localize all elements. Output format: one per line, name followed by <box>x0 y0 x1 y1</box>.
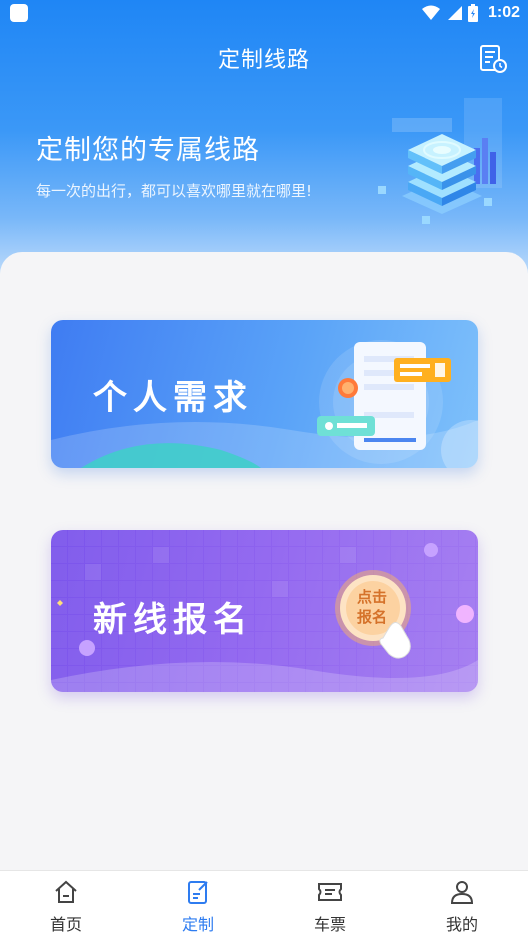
page-title: 定制线路 <box>217 48 310 73</box>
order-history-icon[interactable] <box>478 44 508 74</box>
personal-needs-label: 个人需求 <box>93 378 253 418</box>
tab-custom[interactable]: 定制 <box>132 871 264 939</box>
signal-icon <box>447 6 462 20</box>
status-time: 1:02 <box>487 4 520 21</box>
status-bar: 1:02 <box>0 0 528 30</box>
tab-custom-label: 定制 <box>181 915 214 934</box>
hero-subtitle: 每一次的出行，都可以喜欢哪里就在哪里! <box>36 182 313 200</box>
battery-icon <box>467 4 478 22</box>
signup-badge-line2: 报名 <box>357 608 387 626</box>
signup-badge-line1: 点击 <box>357 588 387 606</box>
wifi-icon <box>421 5 440 20</box>
user-icon <box>450 881 474 904</box>
edit-doc-icon <box>188 881 208 904</box>
home-icon <box>55 880 77 903</box>
tab-home[interactable]: 首页 <box>0 871 132 939</box>
bottom-tab-bar: 首页 定制 车票 我的 <box>0 870 528 939</box>
new-line-signup-label: 新线报名 <box>93 600 253 640</box>
hero-title: 定制您的专属线路 <box>36 135 260 166</box>
tab-tickets[interactable]: 车票 <box>264 871 396 939</box>
ticket-icon <box>318 883 342 901</box>
header-banner: 1:02 定制线路 定制您的专属线路 每一次的出行，都可以喜欢哪里就在哪里! <box>0 0 528 290</box>
app-notification-icon <box>10 4 28 22</box>
tab-tickets-label: 车票 <box>313 915 346 934</box>
tab-mine-label: 我的 <box>445 915 478 934</box>
server-illustration <box>378 98 502 224</box>
new-line-signup-card[interactable]: 点击 报名 新线报名 <box>51 530 478 692</box>
tab-home-label: 首页 <box>49 915 82 934</box>
tab-mine[interactable]: 我的 <box>396 871 528 939</box>
personal-needs-card[interactable]: 个人需求 <box>51 320 478 468</box>
